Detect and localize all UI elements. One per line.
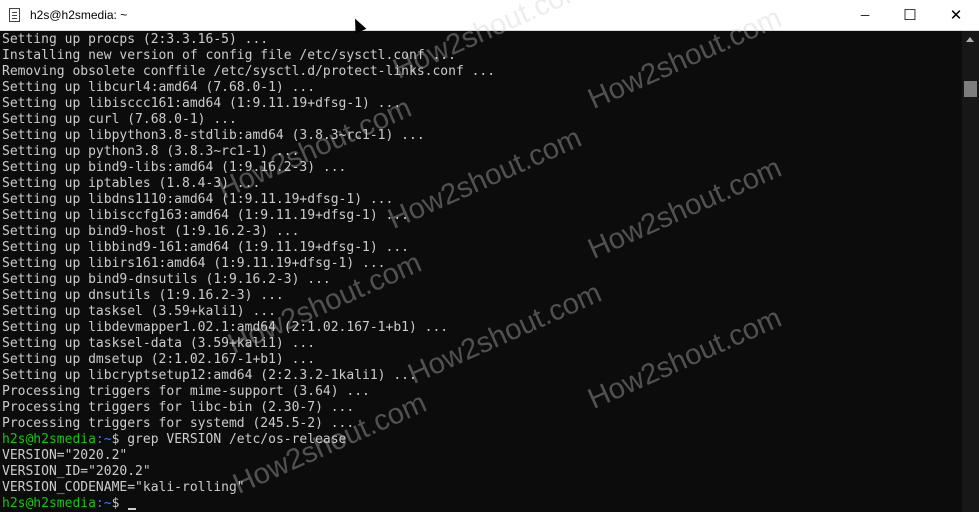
output-line: VERSION_ID="2020.2" [2, 464, 151, 479]
prompt-separator: : [95, 496, 104, 511]
terminal-line: Processing triggers for systemd (245.5-2… [2, 416, 355, 431]
terminal-line: Setting up bind9-libs:amd64 (1:9.16.2-3)… [2, 160, 347, 175]
command-line: h2s@h2smedia:~$ grep VERSION /etc/os-rel… [2, 432, 346, 448]
terminal-line: Setting up libirs161:amd64 (1:9.11.19+df… [2, 256, 386, 271]
terminal-line: Setting up libdns1110:amd64 (1:9.11.19+d… [2, 192, 394, 207]
command-text: grep VERSION /etc/os-release [119, 432, 347, 447]
terminal-line: Removing obsolete conffile /etc/sysctl.d… [2, 64, 496, 79]
terminal-line: Processing triggers for libc-bin (2.30-7… [2, 400, 355, 415]
text-cursor [128, 508, 137, 510]
terminal-line: Setting up libcurl4:amd64 (7.68.0-1) ... [2, 80, 316, 95]
window-title: h2s@h2smedia: ~ [30, 8, 128, 22]
terminal-line: Setting up curl (7.68.0-1) ... [2, 112, 237, 127]
terminal-line: Setting up libbind9-161:amd64 (1:9.11.19… [2, 240, 409, 255]
prompt-path: ~ [103, 496, 112, 511]
terminal-line: Setting up bind9-host (1:9.16.2-3) ... [2, 224, 300, 239]
terminal-line: Setting up libdevmapper1.02.1:amd64 (2:1… [2, 320, 449, 335]
close-icon: ✕ [949, 7, 963, 24]
vertical-scrollbar[interactable] [962, 31, 979, 512]
minimize-icon: ─ [860, 8, 870, 22]
terminal-line: Setting up procps (2:3.3.16-5) ... [2, 32, 269, 47]
terminal-app-icon [9, 8, 20, 22]
maximize-button[interactable]: ☐ [887, 0, 933, 30]
prompt-symbol: $ [111, 496, 120, 511]
maximize-icon: ☐ [903, 7, 917, 24]
terminal-line: Setting up dnsutils (1:9.16.2-3) ... [2, 288, 284, 303]
terminal-output[interactable]: Setting up procps (2:3.3.16-5) ... Insta… [0, 31, 962, 512]
prompt-path: ~ [103, 432, 112, 447]
terminal-line: Setting up dmsetup (2:1.02.167-1+b1) ... [2, 352, 316, 367]
scroll-up-arrow-icon[interactable] [966, 37, 974, 42]
terminal-line: Setting up libisccc161:amd64 (1:9.11.19+… [2, 96, 402, 111]
terminal-line: Setting up libpython3.8-stdlib:amd64 (3.… [2, 128, 425, 143]
minimize-button[interactable]: ─ [842, 0, 888, 30]
terminal-line: Setting up python3.8 (3.8.3~rc1-1) ... [2, 144, 300, 159]
prompt-user-host: h2s@h2smedia [2, 432, 96, 447]
terminal-line: Setting up libcryptsetup12:amd64 (2:2.3.… [2, 368, 417, 383]
output-line: VERSION_CODENAME="kali-rolling" [2, 480, 245, 495]
terminal-line: Setting up tasksel (3.59+kali1) ... [2, 304, 276, 319]
terminal-line: Setting up iptables (1.8.4-3) ... [2, 176, 261, 191]
terminal-line: Setting up libisccfg163:amd64 (1:9.11.19… [2, 208, 409, 223]
terminal-line: Setting up bind9-dnsutils (1:9.16.2-3) .… [2, 272, 331, 287]
prompt-user-host: h2s@h2smedia [2, 496, 96, 511]
active-prompt[interactable]: h2s@h2smedia:~$ [2, 496, 137, 512]
prompt-separator: : [95, 432, 104, 447]
close-button[interactable]: ✕ [933, 0, 979, 30]
output-line: VERSION="2020.2" [2, 448, 128, 463]
terminal-line: Processing triggers for mime-support (3.… [2, 384, 370, 399]
window-titlebar[interactable]: h2s@h2smedia: ~ ─ ☐ ✕ [0, 0, 979, 34]
scrollbar-thumb[interactable] [964, 81, 977, 97]
terminal-line: Installing new version of config file /e… [2, 48, 456, 63]
terminal-line: Setting up tasksel-data (3.59+kali1) ... [2, 336, 316, 351]
